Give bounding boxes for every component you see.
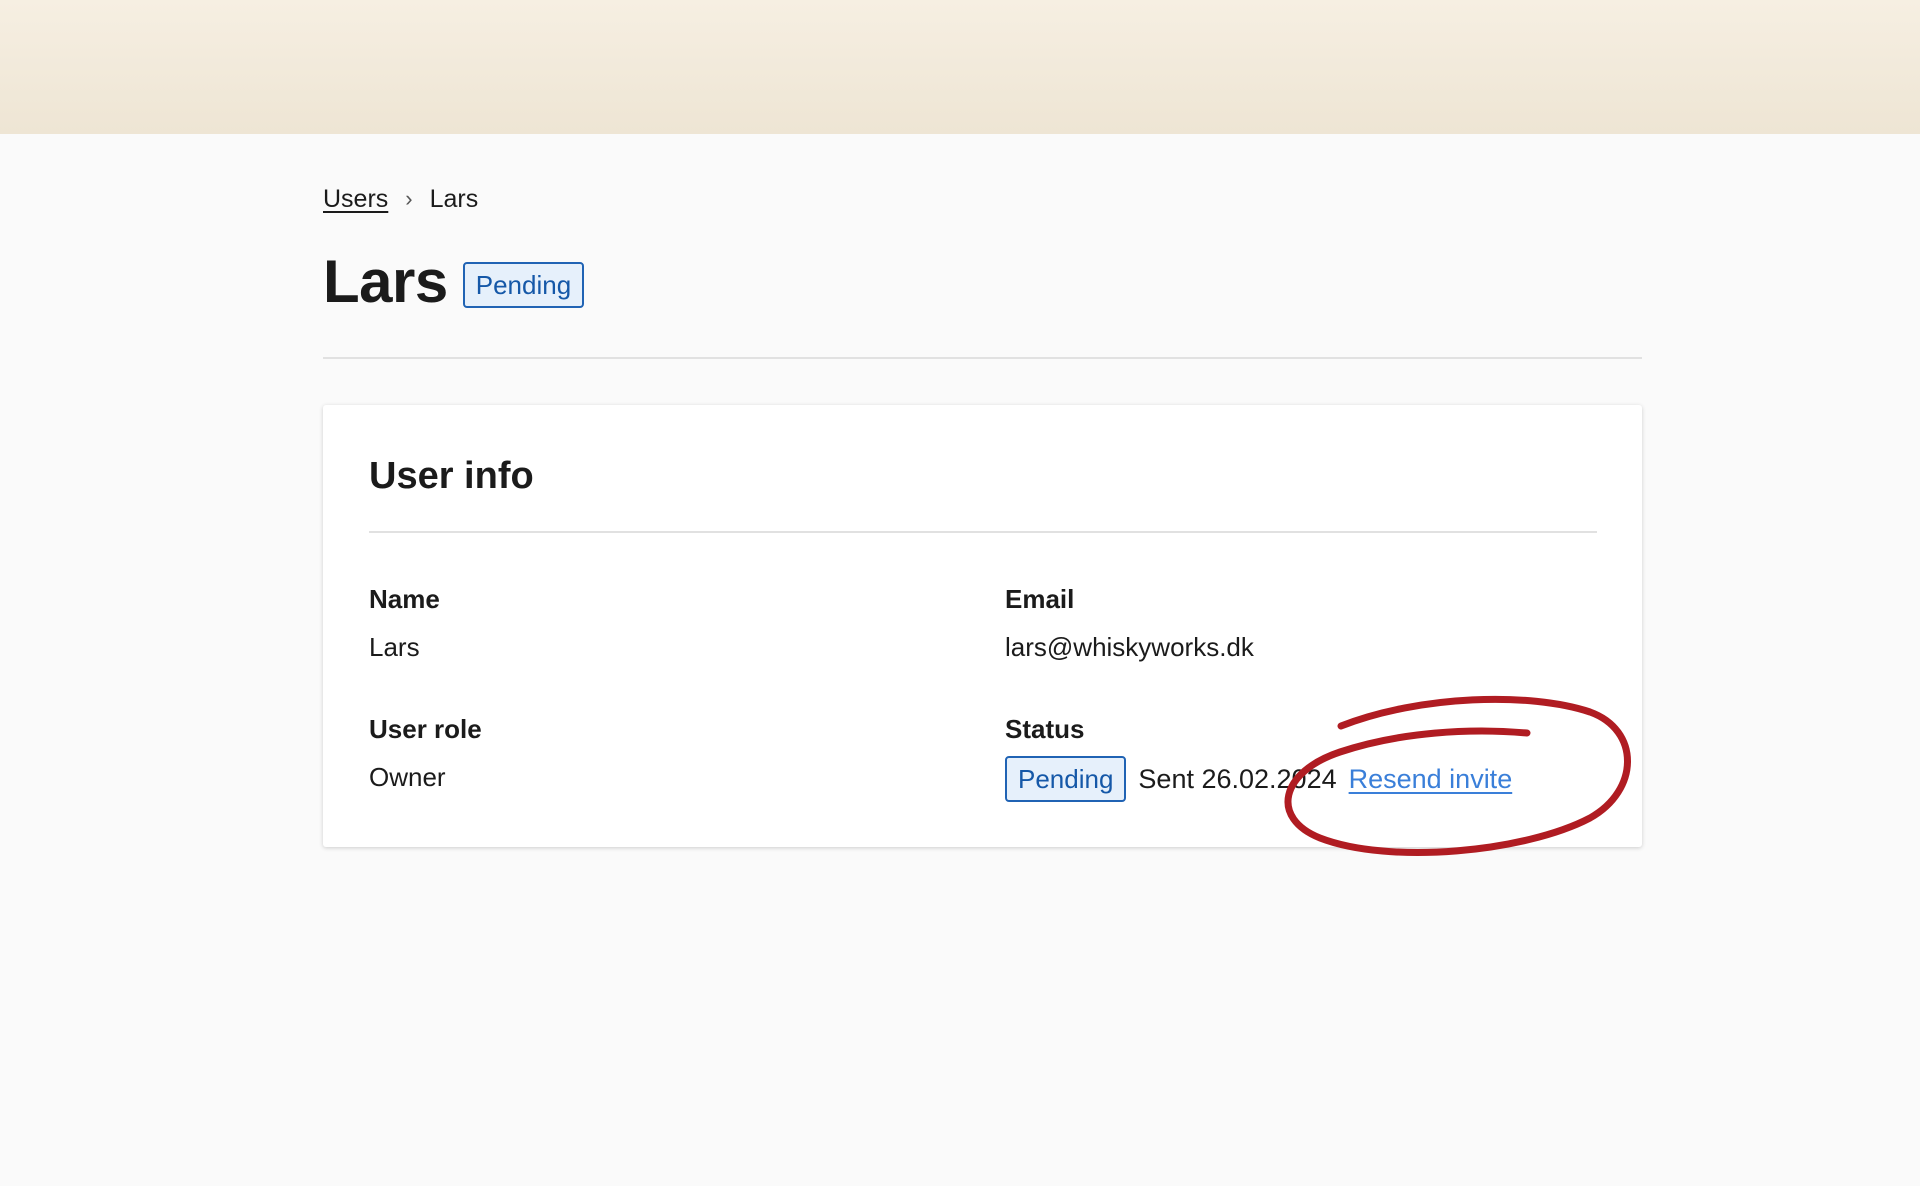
email-label: Email xyxy=(1005,584,1075,614)
invite-sent-date: Sent 26.02.2024 xyxy=(1138,764,1337,794)
status-label: Status xyxy=(1005,714,1085,744)
card-divider xyxy=(369,531,1597,533)
breadcrumb-users-link[interactable]: Users xyxy=(323,184,388,214)
user-info-title: User info xyxy=(369,455,534,497)
page-header: Lars Pending xyxy=(323,246,585,318)
name-value: Lars xyxy=(369,632,420,662)
status-row: Pending Sent 26.02.2024 Resend invite xyxy=(1005,756,1512,802)
invite-status-badge: Pending xyxy=(1005,756,1127,802)
email-value: lars@whiskyworks.dk xyxy=(1005,632,1254,662)
breadcrumb-current: Lars xyxy=(429,185,479,213)
user-info-card: User info Name Lars Email lars@whiskywor… xyxy=(323,405,1642,847)
user-role-value: Owner xyxy=(369,762,446,792)
user-role-label: User role xyxy=(369,714,482,744)
resend-invite-link[interactable]: Resend invite xyxy=(1349,763,1513,795)
top-banner xyxy=(0,0,1920,134)
breadcrumb-separator-icon: › xyxy=(405,186,413,211)
page-title: Lars xyxy=(323,248,448,315)
header-divider xyxy=(323,357,1642,359)
status-badge: Pending xyxy=(462,262,585,308)
name-label: Name xyxy=(369,584,440,614)
breadcrumb: Users › Lars xyxy=(323,184,478,214)
